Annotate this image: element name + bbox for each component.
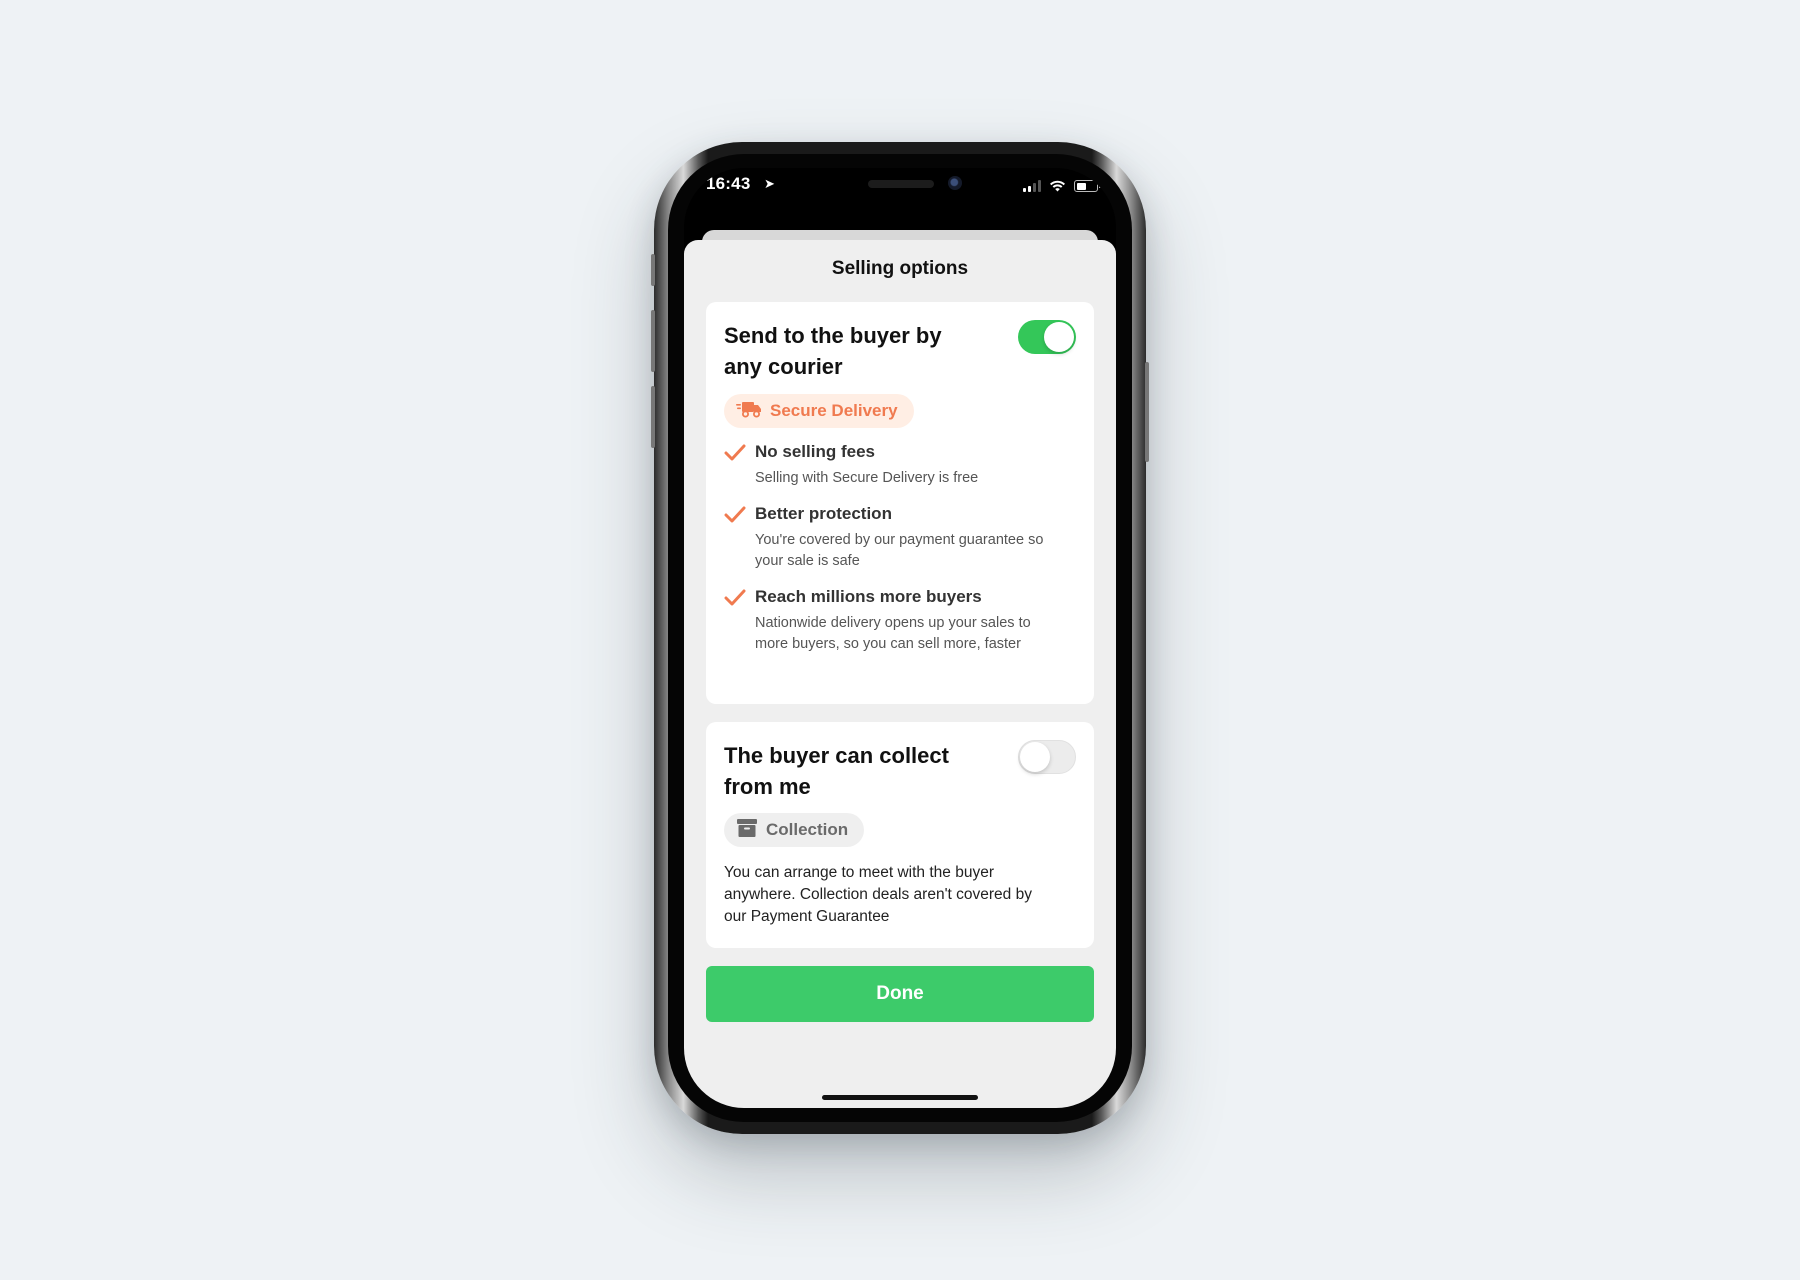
mute-switch xyxy=(651,254,655,286)
collection-description: You can arrange to meet with the buyer a… xyxy=(724,864,1032,925)
status-indicators xyxy=(1023,180,1101,192)
front-camera xyxy=(948,176,962,190)
benefit-title: Reach millions more buyers xyxy=(755,587,982,606)
battery-icon xyxy=(1074,180,1101,192)
status-time: 16:43 xyxy=(706,174,751,193)
benefit-title: No selling fees xyxy=(755,442,875,461)
selling-options-sheet: Selling options Send to the buyer by any… xyxy=(684,240,1116,1108)
collection-badge: Collection xyxy=(724,813,865,847)
collection-label: Collection xyxy=(766,820,849,839)
toggle-knob xyxy=(1020,742,1050,772)
collection-option-toggle[interactable] xyxy=(1018,740,1076,774)
benefit-title: Better protection xyxy=(755,504,892,523)
archive-box-icon xyxy=(736,818,758,843)
signal-icon xyxy=(1023,180,1041,192)
sheet-title: Selling options xyxy=(831,258,969,279)
phone-screen: 16:43 ➤ Selling options Send to the buye… xyxy=(684,168,1116,1108)
secure-delivery-label: Secure Delivery xyxy=(770,401,898,420)
check-icon xyxy=(724,589,746,606)
courier-option-toggle[interactable] xyxy=(1018,320,1076,354)
power-button xyxy=(1145,362,1149,462)
benefit-description: You're covered by our payment guarantee … xyxy=(755,532,1044,569)
notch xyxy=(778,168,1022,204)
collection-option-title: The buyer can collect from me xyxy=(724,743,949,799)
toggle-knob xyxy=(1044,322,1074,352)
location-arrow-icon: ➤ xyxy=(764,176,775,191)
benefit-description: Nationwide delivery opens up your sales … xyxy=(755,615,1031,652)
battery-level xyxy=(1076,182,1087,190)
volume-up-button xyxy=(651,310,655,372)
delivery-truck-icon xyxy=(736,400,762,423)
volume-down-button xyxy=(651,386,655,448)
home-indicator[interactable] xyxy=(822,1095,978,1100)
check-icon xyxy=(724,444,746,461)
collection-option-card: The buyer can collect from me Collection xyxy=(706,722,1094,948)
phone-frame: 16:43 ➤ Selling options Send to the buye… xyxy=(651,142,1149,1134)
secure-delivery-badge: Secure Delivery xyxy=(724,394,914,428)
done-button[interactable]: Done xyxy=(706,966,1094,1022)
earpiece-speaker xyxy=(868,180,934,188)
wifi-icon xyxy=(1049,180,1066,192)
check-icon xyxy=(724,506,746,523)
benefit-description: Selling with Secure Delivery is free xyxy=(755,470,979,486)
courier-option-title: Send to the buyer by any courier xyxy=(724,323,942,379)
courier-option-card: Send to the buyer by any courier Secure … xyxy=(706,302,1094,704)
